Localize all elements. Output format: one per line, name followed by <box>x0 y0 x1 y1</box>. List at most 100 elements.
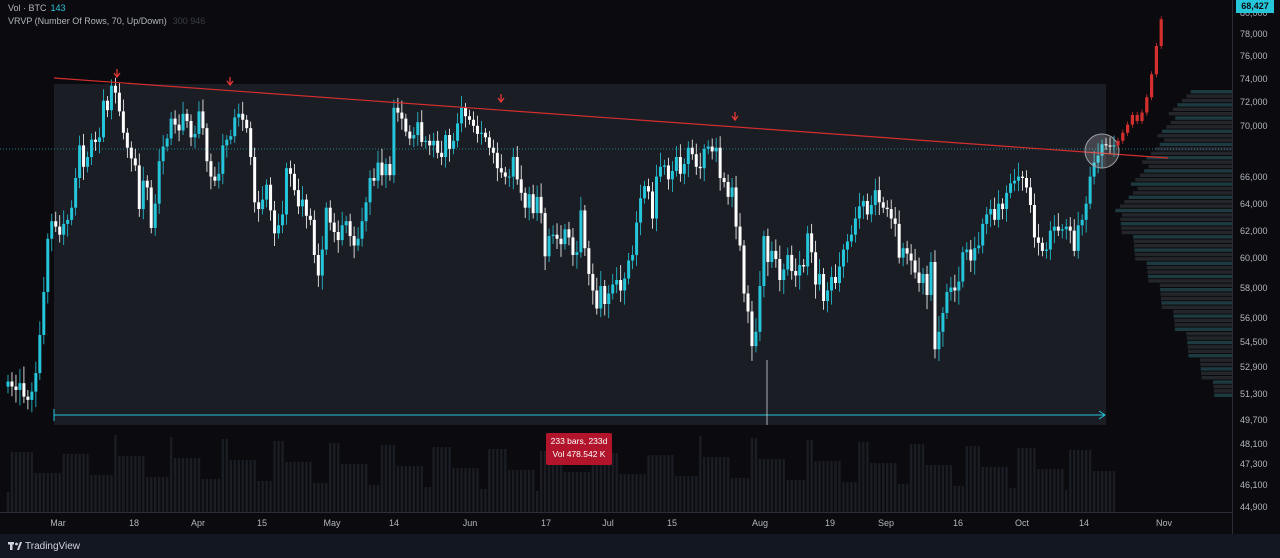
candle-body <box>428 140 432 146</box>
volume-bar <box>571 472 575 512</box>
projection-candle <box>1130 115 1134 125</box>
volume-bar <box>404 466 408 512</box>
volume-bar <box>862 442 865 512</box>
volume-bar <box>985 467 988 512</box>
candle-body <box>86 157 90 167</box>
volume-bar <box>874 463 877 512</box>
volume-bar <box>878 463 881 512</box>
chart-stage[interactable] <box>0 0 1280 558</box>
candle-body <box>169 118 173 139</box>
candle-body <box>738 226 742 246</box>
volume-bar <box>905 484 909 512</box>
price-tick-label: 46,100 <box>1240 480 1268 490</box>
volume-bar <box>921 444 925 512</box>
candle-body <box>774 250 778 259</box>
candle-body <box>989 209 993 215</box>
candle-body <box>1032 205 1036 238</box>
candle-body <box>253 157 257 203</box>
price-tick-label: 47,300 <box>1240 459 1268 469</box>
volume-bar <box>834 461 837 512</box>
candle-body <box>201 111 205 129</box>
volume-profile-row <box>1188 349 1232 353</box>
volume-bar <box>201 479 205 512</box>
range-measure-tooltip: 233 bars, 233d Vol 478.542 K <box>546 433 612 465</box>
volume-bar <box>651 455 654 512</box>
volume-profile-row <box>1190 90 1232 94</box>
volume-bar <box>882 463 885 512</box>
candle-body <box>90 139 94 157</box>
time-axis[interactable] <box>0 512 1232 535</box>
volume-bar <box>937 465 941 512</box>
tradingview-logo-icon[interactable] <box>8 541 22 551</box>
tradingview-brand-text[interactable]: TradingView <box>25 541 80 552</box>
candle-body <box>706 146 710 149</box>
vrvp-legend[interactable]: VRVP (Number Of Rows, 70, Up/Down) 300 94… <box>8 15 205 28</box>
volume-bar <box>436 447 439 512</box>
candle-body <box>460 107 464 124</box>
volume-bar <box>1029 448 1032 512</box>
volume-bar <box>854 482 857 512</box>
volume-bar <box>1037 469 1040 512</box>
volume-bar <box>249 460 252 512</box>
volume-bar <box>838 461 841 512</box>
time-tick-label: 14 <box>1078 518 1090 528</box>
candle-body <box>607 293 611 304</box>
candle-body <box>794 271 798 276</box>
candle-body <box>555 234 559 239</box>
volume-bar <box>798 480 801 512</box>
candle-body <box>615 280 619 285</box>
candle-body <box>682 164 686 174</box>
candle-body <box>82 145 86 167</box>
candle-body <box>269 184 273 211</box>
volume-profile-row <box>1133 244 1232 248</box>
price-tick-label: 56,000 <box>1240 313 1268 323</box>
candle-body <box>965 249 969 253</box>
price-chart[interactable] <box>0 0 1280 558</box>
time-tick-label: Aug <box>751 518 769 528</box>
volume-bar <box>1061 469 1064 512</box>
volume-profile-row <box>1200 367 1232 371</box>
volume-bar <box>718 457 722 512</box>
candle-body <box>14 386 18 390</box>
volume-bar <box>416 466 419 512</box>
candle-body <box>670 171 674 180</box>
volume-bar <box>870 463 873 512</box>
candle-body <box>471 119 475 126</box>
time-tick-label: Sep <box>877 518 895 528</box>
candle-body <box>54 221 58 227</box>
volume-bar <box>66 454 69 512</box>
indicator-legend: Vol · BTC 143 VRVP (Number Of Rows, 70, U… <box>8 2 205 28</box>
time-tick-label: 15 <box>256 518 268 528</box>
volume-bar <box>714 457 718 512</box>
volume-bar <box>30 452 34 512</box>
volume-bar <box>420 466 423 512</box>
candle-body <box>34 373 38 392</box>
candle-body <box>121 111 125 133</box>
candle-body <box>292 173 296 191</box>
candle-body <box>185 113 189 121</box>
candle-body <box>141 180 145 210</box>
candle-body <box>1005 192 1009 210</box>
time-tick-label: Jun <box>462 518 478 528</box>
volume-legend[interactable]: Vol · BTC 143 <box>8 2 205 15</box>
volume-bar <box>635 474 638 512</box>
volume-bar <box>169 437 173 512</box>
volume-bar <box>500 449 503 512</box>
candle-body <box>467 116 471 120</box>
candle-body <box>328 207 332 223</box>
candle-body <box>237 113 241 118</box>
candle-body <box>1036 237 1040 243</box>
volume-bar <box>643 474 646 512</box>
price-tick-label: 54,500 <box>1240 337 1268 347</box>
projection-candle <box>1150 74 1154 98</box>
range-bars-text: 233 bars, 233d <box>550 436 608 446</box>
peak-arrow-icon <box>113 69 121 79</box>
volume-bar <box>579 472 583 512</box>
volume-bar <box>957 486 961 512</box>
volume-bar <box>969 446 972 512</box>
volume-profile-row <box>1157 134 1232 138</box>
volume-bar <box>464 468 467 512</box>
candle-body <box>117 92 121 112</box>
volume-profile-row <box>1213 389 1232 393</box>
candle-body <box>822 274 826 301</box>
